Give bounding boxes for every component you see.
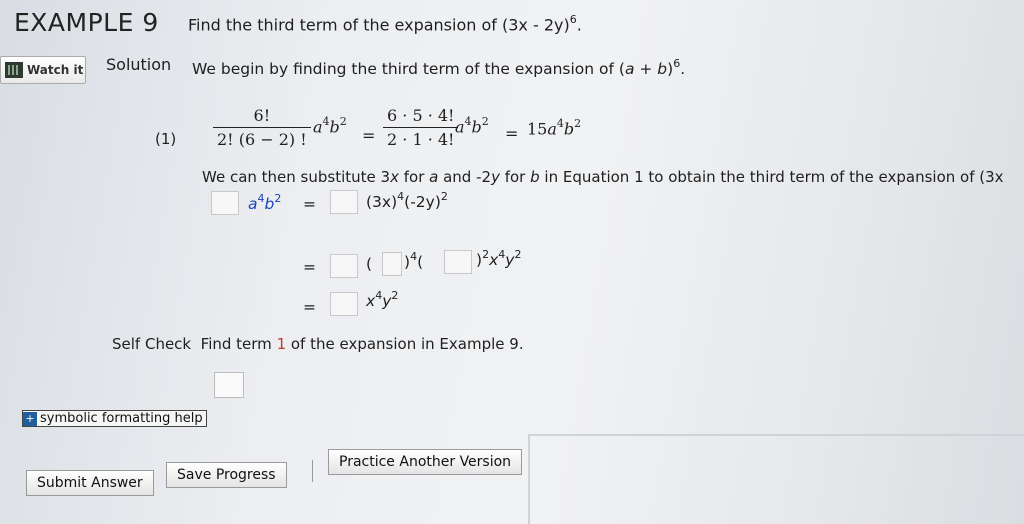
sub-text-5: in Equation 1 to obtain the third term o… (539, 168, 1004, 186)
self-check: Self Check Find term 1 of the expansion … (112, 335, 524, 353)
row2-middle: )4( (404, 250, 424, 272)
sub-y: y (491, 168, 500, 186)
sub-text-4: for (499, 168, 531, 186)
base-input-1[interactable] (382, 252, 402, 276)
result-a: a (547, 119, 557, 139)
help-label: symbolic formatting help (40, 411, 203, 426)
sub-text-3: and -2 (438, 168, 492, 186)
term-a-exp: 4 (322, 115, 330, 128)
intro-exponent: 6 (673, 57, 681, 70)
row3-y-exp: 2 (391, 289, 399, 302)
fraction-1-denominator: 2! (6 − 2) ! (213, 127, 311, 149)
row1-a: a (248, 195, 258, 214)
result-a-exp: 4 (556, 117, 564, 130)
row1-rhs-mid: (-2y) (404, 193, 441, 212)
equals-sign-1: = (362, 126, 376, 145)
term-b-exp: 2 (481, 115, 489, 128)
panel-border-left (528, 434, 530, 524)
panel-border-top (528, 434, 1024, 436)
row2-open-2: ( (417, 253, 424, 272)
equation-result: 15a4b2 (527, 117, 582, 139)
sub-x: x (390, 168, 399, 186)
problem-end: . (576, 15, 582, 35)
row2-y-exp: 2 (514, 248, 522, 261)
self-check-answer-input[interactable] (214, 372, 244, 398)
row2-exp-1: 4 (410, 250, 418, 263)
problem-exponent: 6 (569, 13, 577, 26)
row2-x: x (489, 251, 499, 270)
row3-y: y (382, 292, 392, 311)
coefficient-input-2[interactable] (330, 190, 358, 214)
row1-rhs-exp2: 2 (440, 190, 448, 203)
term-ab-2: a4b2 (455, 115, 489, 137)
example-title: EXAMPLE 9 (14, 8, 159, 37)
equation-number: (1) (155, 130, 177, 148)
sub-text-2: for (398, 168, 430, 186)
row1-rhs-exp1: 4 (397, 190, 405, 203)
practice-another-version-button[interactable]: Practice Another Version (328, 449, 523, 475)
row2-x-exp: 4 (498, 248, 506, 261)
save-progress-button[interactable]: Save Progress (166, 462, 287, 488)
term-b-exp: 2 (339, 115, 347, 128)
binomial-fraction-1: 6! 2! (6 − 2) ! (213, 106, 311, 149)
term-b: b (471, 117, 482, 137)
row2-exp-2: 2 (482, 248, 490, 261)
intro-end: . (680, 60, 686, 79)
row2-tail: )2x4y2 (476, 248, 522, 270)
self-check-prefix: Find term (200, 335, 277, 353)
binomial-fraction-2: 6 · 5 · 4! 2 · 1 · 4! (383, 106, 459, 149)
term-b: b (329, 117, 340, 137)
self-check-suffix: of the expansion in Example 9. (286, 335, 524, 353)
row2-open-paren: ( (366, 255, 373, 273)
self-check-term-number: 1 (276, 335, 287, 353)
base-input-2[interactable] (444, 250, 472, 274)
row1-lhs: a4b2 (248, 192, 282, 214)
result-b-exp: 2 (574, 117, 582, 130)
row1-equals: = (303, 195, 316, 213)
self-check-label: Self Check (112, 335, 192, 353)
video-icon (5, 62, 23, 78)
row2-equals: = (303, 258, 316, 276)
symbolic-formatting-help-link[interactable]: + symbolic formatting help (22, 410, 207, 427)
intro-text: We begin by finding the third term of th… (192, 60, 625, 79)
intro-b: b (657, 60, 668, 79)
row1-a-exp: 4 (257, 192, 265, 205)
button-divider (312, 460, 313, 482)
plus-icon: + (23, 411, 37, 426)
row3-equals: = (303, 298, 316, 316)
intro-plus: + (634, 60, 658, 79)
row1-b: b (264, 195, 275, 214)
coefficient-input-4[interactable] (330, 292, 358, 316)
term-a: a (313, 117, 323, 137)
problem-text: Find the third term of the expansion of … (188, 15, 570, 35)
fraction-2-denominator: 2 · 1 · 4! (383, 127, 459, 149)
coefficient-input-3[interactable] (330, 254, 358, 278)
sub-text-1: We can then substitute 3 (202, 168, 391, 186)
row3-x: x (366, 292, 376, 311)
watch-it-button[interactable]: Watch it (0, 56, 86, 84)
watch-it-label: Watch it (27, 63, 84, 77)
sub-b: b (530, 168, 540, 186)
sub-a: a (429, 168, 439, 186)
term-a: a (455, 117, 465, 137)
problem-statement: Find the third term of the expansion of … (188, 13, 582, 35)
coefficient-input-1[interactable] (211, 191, 239, 215)
row1-rhs-base: (3x) (366, 193, 398, 212)
row3-x-exp: 4 (375, 289, 383, 302)
substitute-instruction: We can then substitute 3x for a and -2y … (202, 168, 1004, 186)
row3-tail: x4y2 (366, 289, 399, 311)
term-ab-1: a4b2 (313, 115, 347, 137)
solution-intro: We begin by finding the third term of th… (192, 57, 686, 79)
result-coefficient: 15 (527, 119, 548, 139)
row1-rhs: (3x)4(-2y)2 (366, 190, 448, 212)
solution-label: Solution (106, 55, 172, 74)
fraction-2-numerator: 6 · 5 · 4! (387, 106, 455, 125)
fraction-1-numerator: 6! (253, 106, 271, 125)
row1-b-exp: 2 (274, 192, 282, 205)
result-b: b (563, 119, 575, 139)
term-a-exp: 4 (464, 115, 472, 128)
submit-answer-button[interactable]: Submit Answer (26, 470, 154, 496)
equals-sign-2: = (505, 124, 519, 143)
